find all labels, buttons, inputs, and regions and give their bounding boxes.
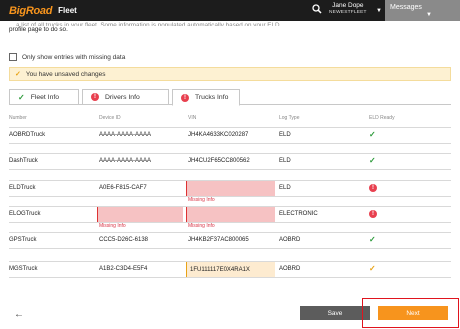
check-icon: ✓	[18, 92, 25, 102]
check-icon: ✓	[369, 235, 376, 244]
search-icon[interactable]	[312, 4, 322, 14]
missing-info-label: Missing Info	[188, 197, 215, 203]
device-id[interactable]: AAAA-AAAA-AAAA	[99, 132, 151, 138]
intro-text: ... a list of all trucks in your fleet. …	[9, 22, 449, 34]
checkmark-icon: ✓	[15, 71, 21, 78]
top-bar: BigRoad Fleet Jane Dope NEWESTFLEET ▼ Me…	[0, 0, 460, 21]
table-row[interactable]: MGSTruck A1B2-C3D4-E5F4 1FU111117E0X4RA1…	[9, 261, 451, 278]
chevron-down-icon: ▼	[426, 12, 432, 18]
vin-field-missing[interactable]	[186, 207, 275, 222]
warning-check-icon: ✓	[369, 264, 376, 273]
user-org: NEWESTFLEET	[329, 10, 367, 15]
next-button[interactable]: Next	[378, 306, 448, 320]
save-button-label: Save	[327, 309, 343, 317]
log-type: AOBRD	[279, 266, 301, 272]
info-tabs: ✓ Fleet Info ! Drivers Info ! Trucks Inf…	[9, 89, 451, 106]
truck-number: ELOGTruck	[9, 211, 41, 217]
tab-label: Fleet Info	[30, 93, 60, 101]
truck-number: ELDTruck	[9, 185, 36, 191]
column-header-log-type: Log Type	[279, 115, 300, 121]
check-icon: ✓	[369, 130, 376, 139]
bigroad-logo: BigRoad	[9, 4, 53, 17]
log-type: ELD	[279, 132, 291, 138]
table-row[interactable]: GPSTruck CCC5-D26C-6138 JH4KB2F37AC80006…	[9, 232, 451, 249]
log-type: ELECTRONIC	[279, 211, 318, 217]
alert-icon: !	[369, 210, 377, 218]
column-header-eld-ready: ELD Ready	[369, 115, 395, 121]
table-row[interactable]: ELOGTruck ELECTRONIC !	[9, 206, 451, 223]
table-row[interactable]: AOBRDTruck AAAA-AAAA-AAAA JH4KA4633KC020…	[9, 127, 451, 144]
device-id-field-missing[interactable]	[97, 207, 183, 222]
app-name: Fleet	[58, 6, 77, 15]
alert-icon: !	[369, 184, 377, 192]
alert-icon: !	[91, 93, 99, 101]
log-type: AOBRD	[279, 237, 301, 243]
vin[interactable]: JH4KB2F37AC800065	[188, 237, 249, 243]
device-id[interactable]: A0E6-F815-CAF7	[99, 185, 147, 191]
device-id[interactable]: CCC5-D26C-6138	[99, 237, 148, 243]
vin[interactable]: JH4KA4633KC020287	[188, 132, 248, 138]
intro-line: profile page to do so.	[9, 26, 68, 33]
tab-fleet-info[interactable]: ✓ Fleet Info	[9, 89, 79, 105]
unsaved-changes-banner: ✓ You have unsaved changes	[9, 67, 451, 81]
tab-drivers-info[interactable]: ! Drivers Info	[82, 89, 169, 105]
user-menu[interactable]: Jane Dope NEWESTFLEET	[329, 2, 367, 16]
save-button[interactable]: Save	[300, 306, 370, 320]
vin-field-warning[interactable]: 1FU111117E0X4RA1X	[186, 262, 275, 277]
chevron-down-icon[interactable]: ▼	[376, 8, 382, 14]
tab-label: Drivers Info	[105, 93, 140, 101]
vin-field-missing[interactable]	[186, 181, 275, 196]
messages-menu[interactable]: Messages ▼	[385, 0, 460, 21]
vin: 1FU111117E0X4RA1X	[190, 266, 250, 273]
device-id[interactable]: AAAA-AAAA-AAAA	[99, 158, 151, 164]
missing-info-label: Missing Info	[188, 223, 215, 229]
column-header-number: Number	[9, 115, 27, 121]
column-header-device-id: Device ID	[99, 115, 121, 121]
missing-data-label: Only show entries with missing data	[22, 53, 126, 61]
column-header-vin: VIN	[188, 115, 197, 121]
brand[interactable]: BigRoad Fleet	[9, 0, 77, 21]
unsaved-changes-text: You have unsaved changes	[25, 70, 106, 78]
messages-label: Messages	[390, 4, 422, 11]
table-row[interactable]: ELDTruck A0E6-F815-CAF7 ELD !	[9, 180, 451, 197]
table-row[interactable]: DashTruck AAAA-AAAA-AAAA JH4CU2F65CC8005…	[9, 153, 451, 170]
next-button-label: Next	[406, 309, 420, 317]
truck-number: GPSTruck	[9, 237, 37, 243]
log-type: ELD	[279, 185, 291, 191]
log-type: ELD	[279, 158, 291, 164]
truck-number: DashTruck	[9, 158, 38, 164]
back-arrow-icon[interactable]: ←	[14, 309, 24, 320]
tab-label: Trucks Info	[195, 94, 229, 101]
truck-number: AOBRDTruck	[9, 132, 46, 138]
check-icon: ✓	[369, 156, 376, 165]
missing-info-label: Missing Info	[99, 223, 126, 229]
missing-data-checkbox[interactable]	[9, 53, 17, 61]
vin[interactable]: JH4CU2F65CC800562	[188, 158, 250, 164]
alert-icon: !	[181, 93, 189, 102]
logo-road: Road	[25, 4, 53, 17]
device-id[interactable]: A1B2-C3D4-E5F4	[99, 266, 147, 272]
truck-number: MGSTruck	[9, 266, 38, 272]
tab-trucks-info[interactable]: ! Trucks Info	[172, 89, 240, 106]
missing-data-filter[interactable]: Only show entries with missing data	[9, 53, 125, 61]
intro-clipped-line: ... a list of all trucks in your fleet. …	[9, 22, 285, 26]
user-name: Jane Dope	[332, 2, 364, 9]
